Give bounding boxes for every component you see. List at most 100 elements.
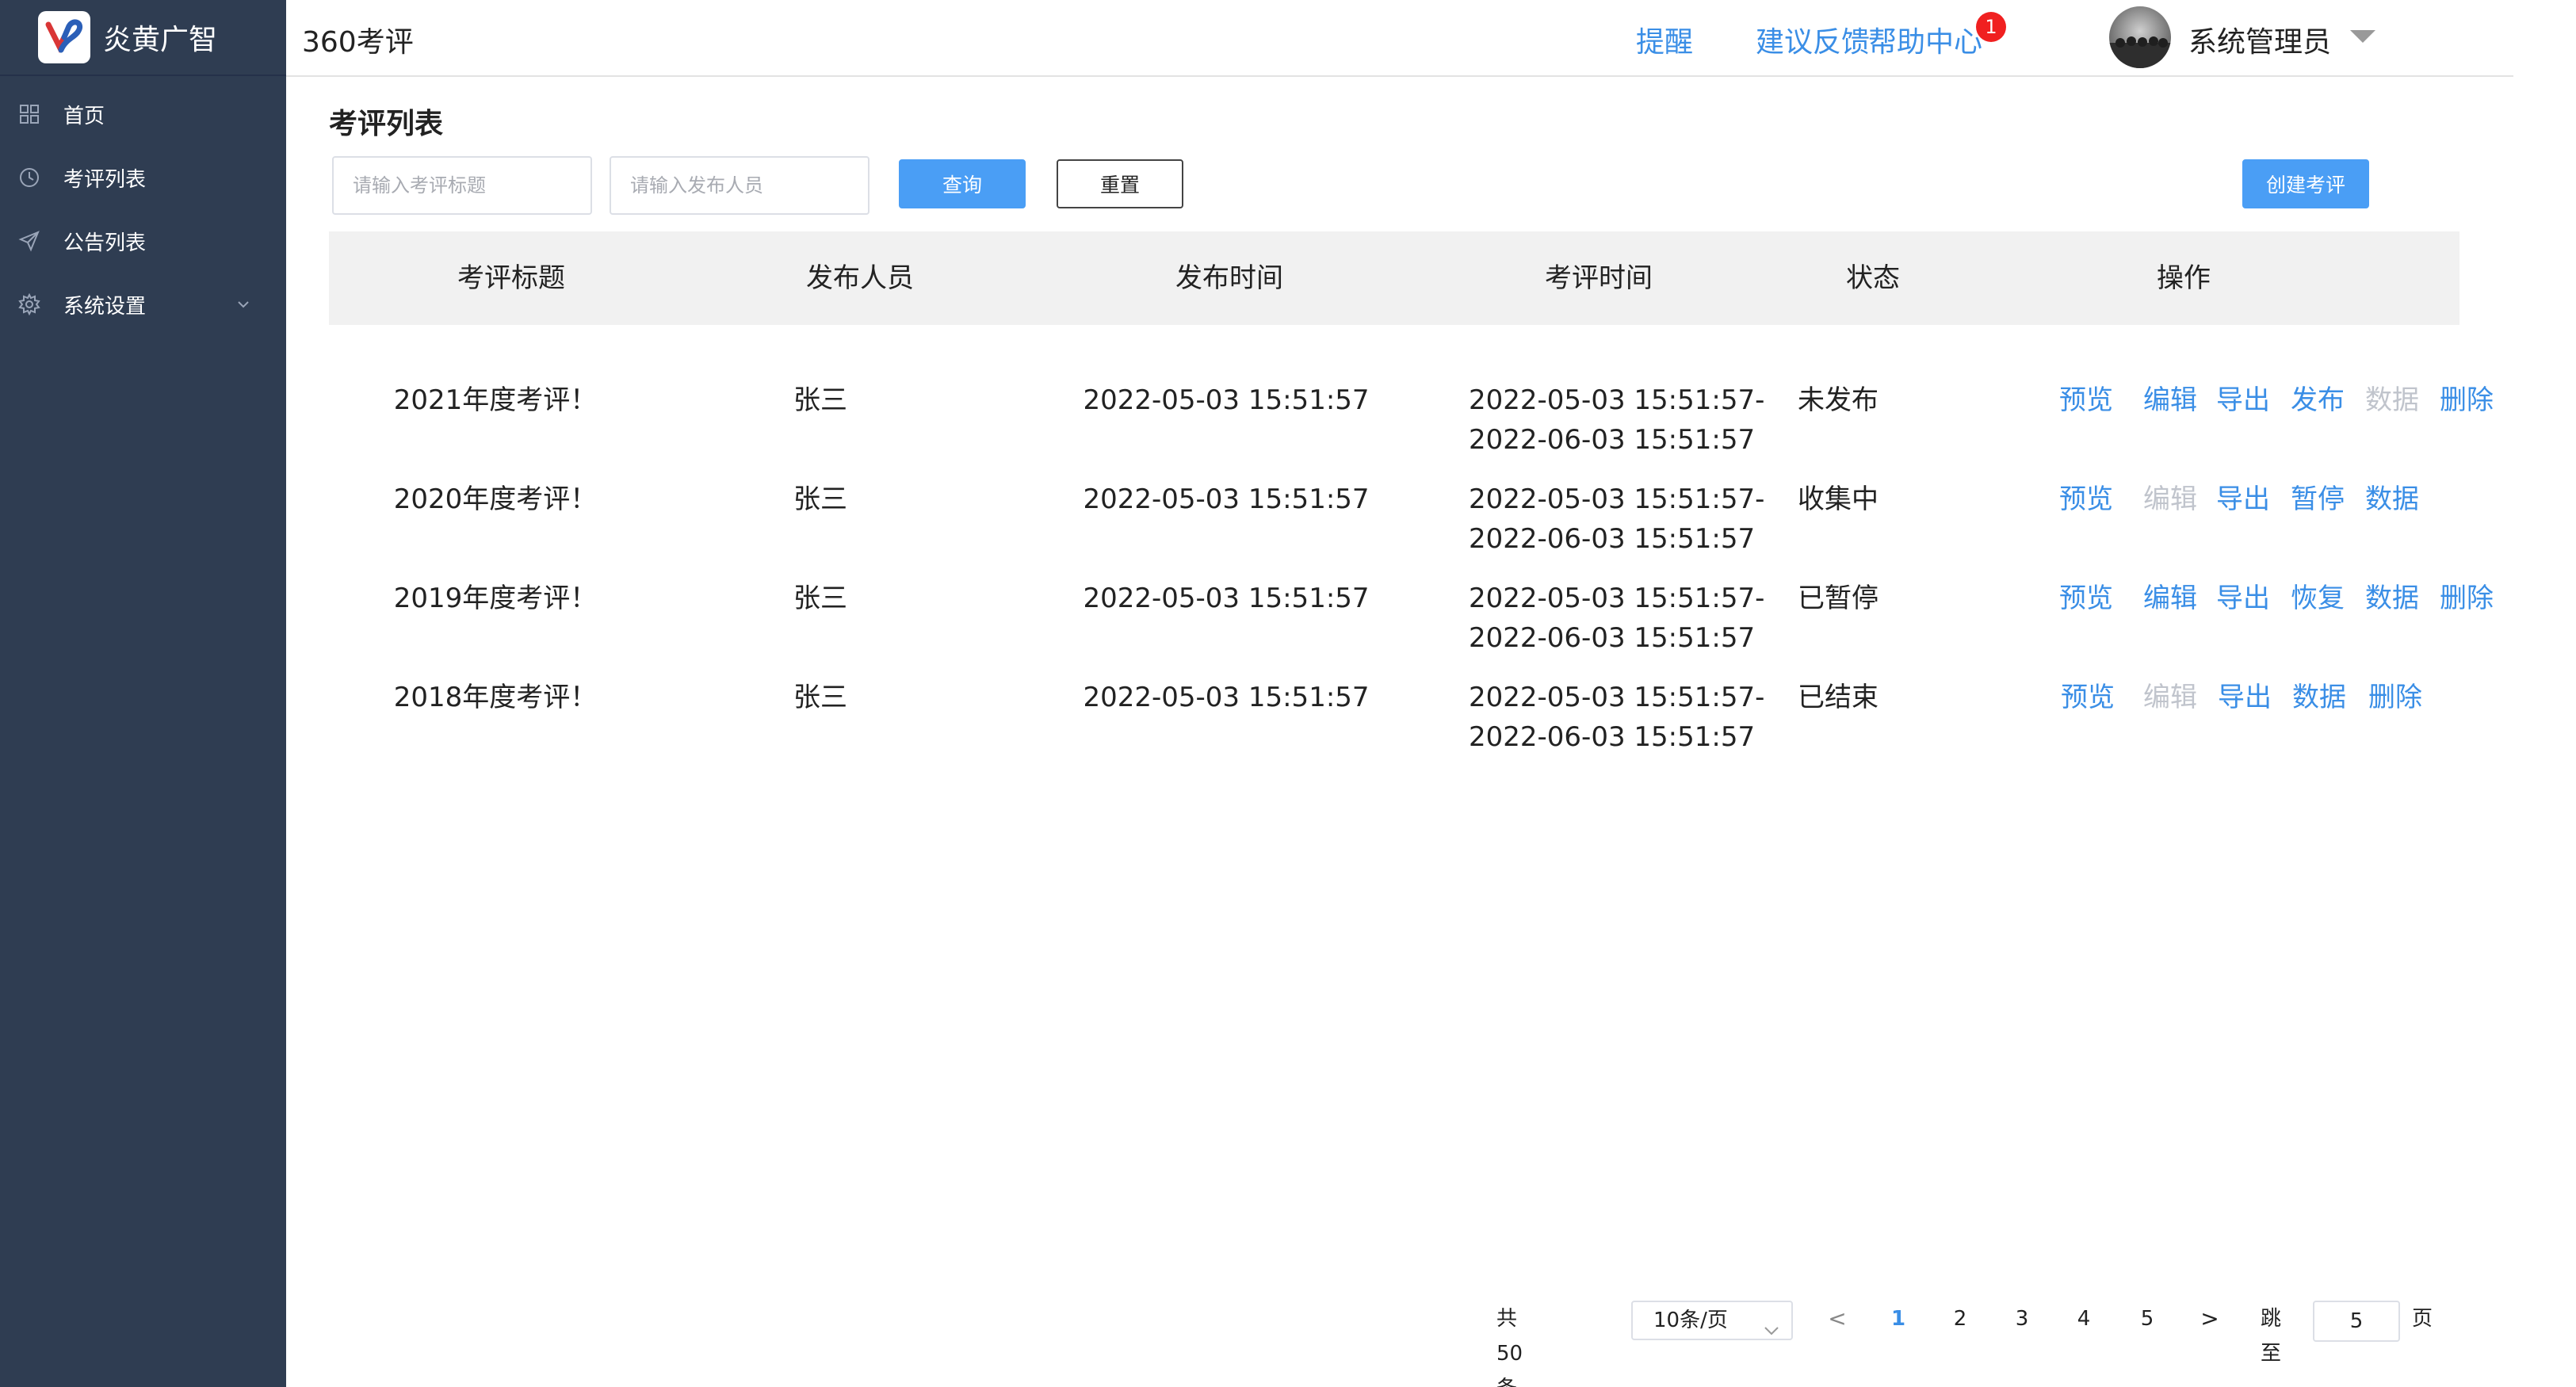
status-badge: 未发布 [1798, 384, 1878, 416]
cell-published-time: 2022-05-03 15:51:57 [1083, 682, 1370, 713]
chevron-down-icon[interactable] [234, 295, 253, 314]
remind-link[interactable]: 提醒 [1636, 19, 1693, 60]
cell-publisher: 张三 [793, 483, 847, 515]
sidebar-item-label: 系统设置 [63, 294, 147, 319]
cell-title: 2019年度考评！ [393, 583, 598, 614]
preview-link[interactable]: 预览 [2061, 678, 2115, 717]
publisher-search-input[interactable] [610, 156, 869, 215]
edit-link: 编辑 [2143, 483, 2197, 515]
table-row: 2019年度考评！ 张三 2022-05-03 15:51:57 2022-05… [286, 579, 2576, 678]
page-unit-label: 页 [2412, 1307, 2433, 1331]
caret-down-icon[interactable] [2347, 27, 2379, 46]
column-header-published-time: 发布时间 [1175, 262, 1283, 294]
table-header: 考评标题 发布人员 发布时间 考评时间 状态 操作 [329, 231, 2459, 325]
export-link[interactable]: 导出 [2218, 678, 2272, 717]
delete-link[interactable]: 删除 [2440, 380, 2494, 420]
total-count: 共 50 条 [1496, 1307, 1523, 1387]
sidebar-item-label: 考评列表 [63, 167, 147, 192]
clock-icon [17, 166, 41, 189]
period-start: 2022-05-03 15:51:57- [1469, 583, 1765, 614]
jump-label: 跳至 [2261, 1307, 2282, 1366]
cell-publisher: 张三 [793, 583, 847, 614]
reset-button[interactable]: 重置 [1057, 159, 1183, 208]
export-link[interactable]: 导出 [2216, 380, 2270, 420]
period-end: 2022-06-03 15:51:57 [1469, 424, 1756, 456]
sidebar-item-evaluations[interactable]: 考评列表 [0, 146, 286, 209]
main-content: 考评列表 查询 重置 创建考评 考评标题 发布人员 发布时间 考评时间 状态 操… [286, 77, 2576, 1387]
data-link[interactable]: 数据 [2292, 678, 2346, 717]
status-badge: 已暂停 [1798, 583, 1878, 614]
sidebar-item-label: 首页 [63, 104, 105, 128]
period-end: 2022-06-03 15:51:57 [1469, 622, 1756, 654]
export-link[interactable]: 导出 [2216, 579, 2270, 618]
jump-page-input[interactable] [2313, 1301, 2400, 1342]
table-row: 2021年度考评！ 张三 2022-05-03 15:51:57 2022-05… [286, 380, 2576, 480]
preview-link[interactable]: 预览 [2059, 579, 2113, 618]
app-window: 炎黄广智 首页 考评列表 公告列表 系统设置 360考评 提醒 1 建议反馈 帮… [0, 0, 2576, 1387]
help-center-link[interactable]: 帮助中心 [1868, 19, 1982, 60]
delete-link[interactable]: 删除 [2440, 579, 2494, 618]
sidebar: 炎黄广智 首页 考评列表 公告列表 系统设置 [0, 0, 286, 1387]
create-evaluation-button[interactable]: 创建考评 [2242, 159, 2369, 208]
sidebar-item-settings[interactable]: 系统设置 [0, 273, 286, 336]
publish-link[interactable]: 发布 [2291, 380, 2345, 420]
column-header-status: 状态 [1846, 262, 1900, 294]
period-start: 2022-05-03 15:51:57- [1469, 682, 1765, 713]
column-header-evaluation-period: 考评时间 [1545, 262, 1653, 294]
cell-published-time: 2022-05-03 15:51:57 [1083, 583, 1370, 614]
top-header: 360考评 提醒 1 建议反馈 帮助中心 系统管理员 [286, 0, 2513, 77]
feedback-link[interactable]: 建议反馈 [1756, 19, 1870, 60]
cell-published-time: 2022-05-03 15:51:57 [1083, 384, 1370, 416]
resume-link[interactable]: 恢复 [2291, 579, 2345, 618]
status-badge: 收集中 [1798, 483, 1878, 515]
gear-icon [17, 292, 41, 316]
app-title: 360考评 [302, 26, 414, 59]
delete-link[interactable]: 删除 [2368, 678, 2422, 717]
period-start: 2022-05-03 15:51:57- [1469, 483, 1765, 515]
sidebar-item-announcements[interactable]: 公告列表 [0, 209, 286, 273]
data-link[interactable]: 数据 [2365, 579, 2419, 618]
edit-link[interactable]: 编辑 [2143, 380, 2197, 420]
page-number[interactable]: 1 [1882, 1301, 1914, 1336]
page-number[interactable]: 5 [2131, 1301, 2163, 1336]
cell-title: 2018年度考评！ [393, 682, 598, 713]
table-row: 2020年度考评！ 张三 2022-05-03 15:51:57 2022-05… [286, 480, 2576, 579]
preview-link[interactable]: 预览 [2059, 480, 2113, 519]
period-end: 2022-06-03 15:51:57 [1469, 721, 1756, 753]
table-row: 2018年度考评！ 张三 2022-05-03 15:51:57 2022-05… [286, 678, 2576, 777]
page-size-select[interactable]: 10条/页 [1631, 1301, 1793, 1340]
grid-icon [17, 102, 41, 126]
title-search-input[interactable] [332, 156, 592, 215]
sidebar-menu: 首页 考评列表 公告列表 系统设置 [0, 82, 286, 336]
sidebar-item-home[interactable]: 首页 [0, 82, 286, 146]
edit-link[interactable]: 编辑 [2143, 579, 2197, 618]
data-link: 数据 [2365, 384, 2419, 416]
sidebar-item-label: 公告列表 [63, 231, 147, 255]
export-link[interactable]: 导出 [2216, 480, 2270, 519]
next-page-button[interactable]: > [2194, 1301, 2226, 1336]
page-title: 考评列表 [329, 108, 444, 140]
cell-publisher: 张三 [793, 384, 847, 416]
column-header-publisher: 发布人员 [806, 262, 914, 294]
cell-evaluation-period: 2022-05-03 15:51:57- 2022-06-03 15:51:57 [1469, 678, 1833, 757]
page-size-value: 10条/页 [1653, 1309, 1728, 1332]
query-button[interactable]: 查询 [899, 159, 1026, 208]
brand-name: 炎黄广智 [103, 24, 218, 56]
brand-logo-icon [38, 11, 90, 63]
preview-link[interactable]: 预览 [2059, 380, 2113, 420]
pause-link[interactable]: 暂停 [2291, 480, 2345, 519]
period-start: 2022-05-03 15:51:57- [1469, 384, 1765, 416]
edit-link: 编辑 [2143, 682, 2197, 713]
user-name[interactable]: 系统管理员 [2188, 19, 2331, 60]
column-header-title: 考评标题 [457, 262, 565, 294]
cell-title: 2020年度考评！ [393, 483, 598, 515]
period-end: 2022-06-03 15:51:57 [1469, 523, 1756, 555]
page-number[interactable]: 3 [2006, 1301, 2038, 1336]
data-link[interactable]: 数据 [2365, 480, 2419, 519]
page-number[interactable]: 2 [1944, 1301, 1976, 1336]
column-header-actions: 操作 [2157, 262, 2211, 294]
avatar[interactable] [2109, 6, 2171, 68]
cell-evaluation-period: 2022-05-03 15:51:57- 2022-06-03 15:51:57 [1469, 579, 1833, 658]
page-number[interactable]: 4 [2068, 1301, 2100, 1336]
prev-page-button[interactable]: < [1821, 1301, 1853, 1336]
